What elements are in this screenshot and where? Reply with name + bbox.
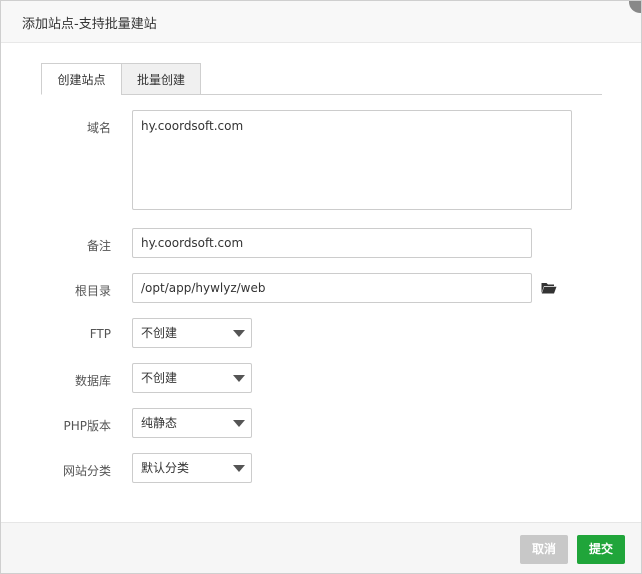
tab-batch-create[interactable]: 批量创建 (121, 63, 201, 95)
folder-open-icon[interactable] (541, 282, 557, 294)
root-dir-label: 根目录 (74, 284, 111, 298)
site-category-label: 网站分类 (62, 464, 111, 478)
caret-down-icon (233, 330, 245, 337)
cancel-button[interactable]: 取消 (520, 535, 568, 564)
database-select[interactable]: 不创建 (132, 363, 252, 393)
domain-label: 域名 (86, 121, 111, 135)
php-version-label: PHP版本 (63, 419, 112, 433)
database-label: 数据库 (74, 374, 111, 388)
ftp-select-value: 不创建 (141, 326, 178, 340)
tab-bar: 创建站点 批量创建 (41, 63, 602, 95)
site-category-select[interactable]: 默认分类 (132, 453, 252, 483)
remark-input[interactable]: hy.coordsoft.com (132, 228, 532, 258)
ftp-label: FTP (89, 327, 111, 341)
tab-create-site[interactable]: 创建站点 (41, 63, 122, 95)
caret-down-icon (233, 375, 245, 382)
domain-textarea[interactable]: hy.coordsoft.com (132, 110, 572, 210)
remark-label: 备注 (86, 239, 111, 253)
php-version-select-value: 纯静态 (141, 416, 178, 430)
caret-down-icon (233, 465, 245, 472)
dialog-title: 添加站点-支持批量建站 (22, 17, 157, 32)
ftp-select[interactable]: 不创建 (132, 318, 252, 348)
root-dir-input[interactable]: /opt/app/hywlyz/web (132, 273, 532, 303)
dialog-footer: 取消 提交 (1, 522, 641, 573)
submit-button[interactable]: 提交 (577, 535, 625, 564)
caret-down-icon (233, 420, 245, 427)
dialog-titlebar: 添加站点-支持批量建站 (1, 1, 641, 43)
database-select-value: 不创建 (141, 371, 178, 385)
php-version-select[interactable]: 纯静态 (132, 408, 252, 438)
add-site-dialog: 添加站点-支持批量建站 创建站点 批量创建 域名 hy.coordsoft.co… (0, 0, 642, 574)
site-category-select-value: 默认分类 (141, 461, 190, 475)
